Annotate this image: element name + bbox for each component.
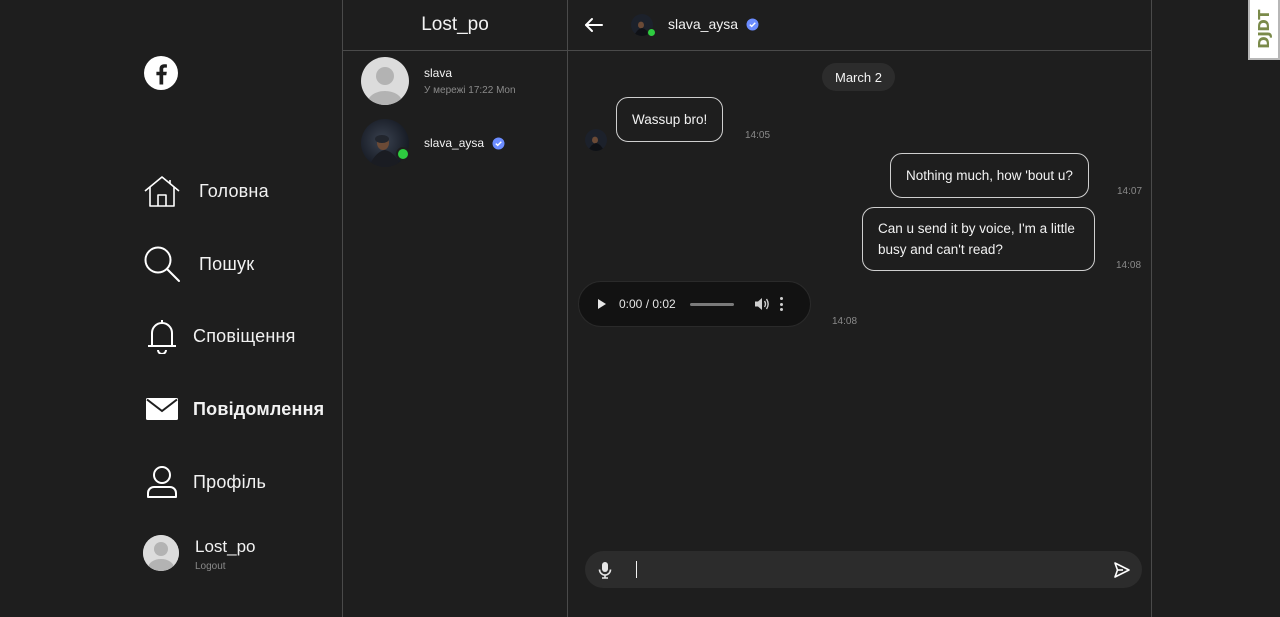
conversation-item[interactable]: slava У мережі 17:22 Mon [361, 57, 516, 105]
home-icon [143, 172, 181, 210]
nav-label-home: Головна [199, 180, 269, 201]
message-time: 14:08 [1116, 260, 1142, 271]
message-bubble: Can u send it by voice, I'm a little bus… [862, 207, 1095, 271]
message-bubble: Nothing much, how 'bout u? [890, 153, 1089, 198]
verified-badge-icon [492, 137, 505, 150]
current-user-name: Lost_po [195, 537, 256, 556]
message-bubble: Wassup bro! [616, 97, 724, 142]
conversation-item[interactable]: slava_aysa [361, 119, 505, 167]
more-options-icon[interactable] [780, 297, 784, 311]
date-separator: March 2 [822, 63, 895, 91]
conversation-name: slava_aysa [424, 136, 485, 150]
main-navigation: Головна Пошук Сповіщення Повідомлення Пр… [0, 0, 342, 617]
message-time: 14:05 [745, 130, 771, 141]
contact-name[interactable]: slava_aysa [668, 16, 738, 32]
chat-panel: slava_aysa March 2 Wassup bro! 14:05 Not… [568, 0, 1152, 617]
nav-item-profile[interactable]: Профіль [143, 462, 266, 502]
verified-badge-icon [746, 18, 759, 31]
back-arrow-icon[interactable] [582, 13, 606, 37]
user-icon [143, 463, 181, 501]
nav-item-messages[interactable]: Повідомлення [143, 389, 324, 429]
message-time: 14:07 [1117, 186, 1143, 197]
avatar [361, 119, 410, 167]
conversations-panel: Lost_po slava У мережі 17:22 Mon slava_a… [342, 0, 568, 617]
nav-label-notifications: Сповіщення [193, 325, 296, 346]
message-time: 14:08 [832, 316, 858, 327]
facebook-logo-icon[interactable] [143, 55, 179, 91]
volume-icon[interactable] [754, 296, 770, 312]
audio-player: 0:00 / 0:02 [578, 281, 811, 327]
conversations-title: Lost_po [343, 0, 567, 51]
microphone-icon[interactable] [597, 561, 613, 579]
contact-avatar[interactable] [631, 14, 656, 37]
conversation-name: slava [424, 66, 453, 80]
current-user[interactable]: Lost_po Logout [143, 535, 256, 572]
online-indicator [647, 28, 656, 37]
conversation-status: У мережі 17:22 Mon [424, 85, 516, 96]
avatar [143, 535, 179, 571]
debug-toolbar-handle[interactable]: DJDT [1248, 0, 1280, 60]
nav-item-search[interactable]: Пошук [143, 244, 254, 284]
logout-link[interactable]: Logout [195, 561, 256, 572]
nav-item-notifications[interactable]: Сповіщення [143, 316, 296, 356]
sender-avatar [585, 129, 607, 151]
nav-item-home[interactable]: Головна [143, 171, 269, 211]
message-composer [585, 551, 1142, 588]
nav-label-messages: Повідомлення [193, 398, 325, 419]
message-input[interactable] [635, 558, 1105, 581]
play-icon[interactable] [598, 299, 606, 309]
bell-icon [143, 317, 181, 355]
avatar [361, 57, 409, 105]
send-icon[interactable] [1113, 561, 1131, 579]
app-root: Головна Пошук Сповіщення Повідомлення Пр… [0, 0, 1280, 617]
nav-label-search: Пошук [199, 253, 255, 274]
mail-icon [143, 390, 181, 428]
online-indicator [396, 147, 410, 161]
nav-label-profile: Профіль [193, 471, 267, 492]
text-cursor [636, 561, 637, 578]
audio-progress-slider[interactable] [689, 302, 734, 306]
debug-toolbar-label: DJDT [1255, 9, 1273, 49]
audio-time: 0:00 / 0:02 [619, 297, 676, 311]
search-icon [143, 245, 181, 283]
chat-header: slava_aysa [568, 0, 1151, 51]
